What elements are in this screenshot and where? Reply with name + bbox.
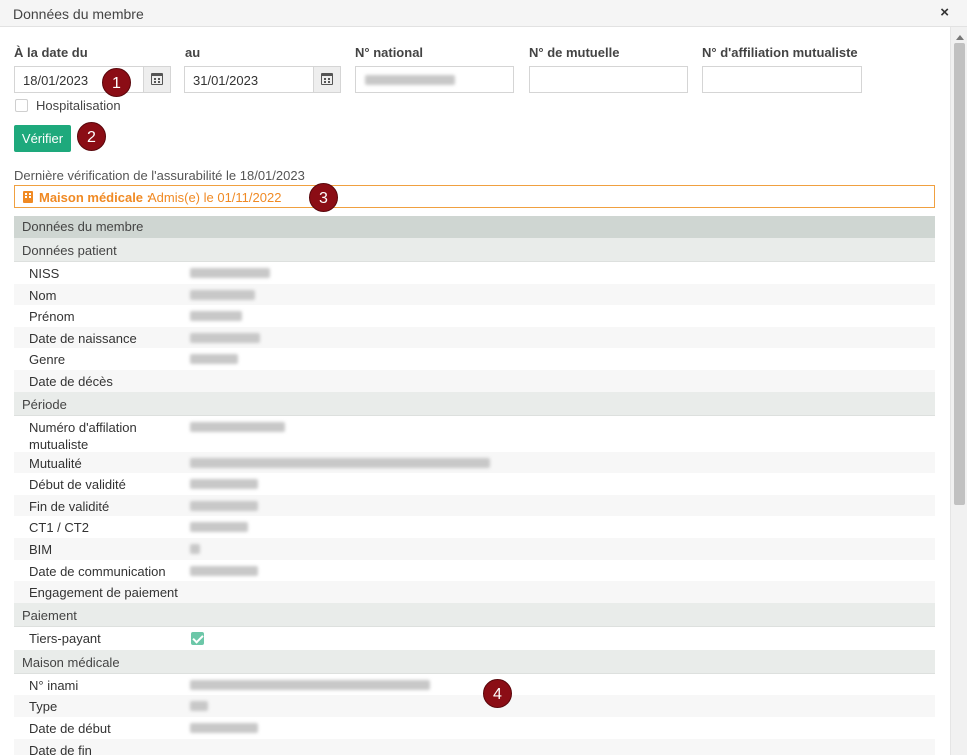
redacted-value [190, 565, 258, 576]
section-period: Période [14, 391, 935, 416]
alert-value: Admis(e) le 01/11/2022 [148, 190, 282, 205]
last-check-note: Dernière vérification de l'assurabilité … [14, 168, 305, 183]
table-row: NISS [14, 262, 935, 284]
row-label: CT1 / CT2 [29, 520, 89, 536]
redacted-value [190, 479, 258, 490]
row-label: Genre [29, 352, 66, 368]
from-date-calendar-button[interactable] [143, 67, 170, 92]
redacted-value [190, 722, 258, 733]
table-row: Mutualité [14, 451, 935, 474]
table-header: Données du membre [14, 216, 935, 238]
verify-button[interactable]: Vérifier [14, 125, 71, 152]
scrollbar-thumb[interactable] [954, 43, 965, 505]
to-date-value: 31/01/2023 [193, 73, 259, 88]
close-icon[interactable]: × [940, 4, 949, 21]
building-icon [23, 191, 33, 203]
row-label: Date de naissance [29, 330, 137, 346]
redacted-value [365, 75, 455, 85]
row-label: BIM [29, 541, 53, 557]
redacted-value [190, 311, 242, 322]
row-label: Date de communication [29, 563, 166, 579]
row-label: Fin de validité [29, 498, 110, 514]
row-label: Date de fin [29, 742, 92, 755]
redacted-value [190, 289, 255, 300]
table-row: Date de début [14, 717, 935, 739]
from-date-field[interactable]: 18/01/2023 [14, 66, 171, 93]
member-data-table: Données du membre Données patient NISS N… [14, 216, 935, 755]
table-row: Type [14, 695, 935, 717]
annotation-marker-3: 3 [309, 183, 338, 212]
redacted-value [190, 522, 248, 533]
redacted-value [190, 354, 238, 365]
table-row: Date de naissance [14, 326, 935, 349]
to-date-label: au [185, 45, 201, 60]
annotation-marker-2: 2 [77, 122, 106, 151]
section-payment: Paiement [14, 602, 935, 627]
redacted-value [190, 500, 258, 511]
national-number-field[interactable] [355, 66, 514, 93]
annotation-marker-1: 1 [102, 68, 131, 97]
vertical-scrollbar[interactable] [950, 27, 967, 755]
table-row: Date de fin [14, 738, 935, 755]
redacted-value [190, 332, 260, 343]
table-row: BIM [14, 537, 935, 560]
row-label: N° inami [29, 677, 79, 693]
annotation-marker-4: 4 [483, 679, 512, 708]
mutual-number-label: N° de mutuelle [529, 45, 620, 60]
from-date-label: À la date du [14, 45, 88, 60]
to-date-calendar-button[interactable] [313, 67, 340, 92]
table-row: Genre [14, 348, 935, 370]
scroll-up-arrow-icon[interactable] [956, 35, 964, 40]
national-number-label: N° national [355, 45, 424, 60]
redacted-value [190, 268, 270, 278]
row-label: NISS [29, 266, 60, 281]
row-label: Date de décès [29, 373, 113, 389]
mutual-number-field[interactable] [529, 66, 688, 93]
row-label: Numéro d'affilation mutualiste [29, 419, 137, 452]
dialog-title: Données du membre [13, 6, 144, 22]
medical-house-alert: Maison médicale : Admis(e) le 01/11/2022 [14, 185, 935, 208]
affiliation-number-label: N° d'affiliation mutualiste [702, 45, 858, 60]
to-date-field[interactable]: 31/01/2023 [184, 66, 341, 93]
table-row: CT1 / CT2 [14, 516, 935, 538]
table-row: Engagement de paiement [14, 581, 935, 603]
table-row: Début de validité [14, 473, 935, 495]
row-label: Tiers-payant [29, 630, 101, 646]
calendar-icon [321, 73, 333, 85]
tiers-payant-checkbox[interactable] [191, 631, 204, 645]
row-label: Nom [29, 287, 57, 303]
calendar-icon [151, 73, 163, 85]
table-row: Fin de validité [14, 494, 935, 517]
section-patient: Données patient [14, 238, 935, 262]
table-row: N° inami [14, 674, 935, 696]
redacted-value [190, 679, 430, 690]
table-row: Nom [14, 283, 935, 306]
affiliation-number-field[interactable] [702, 66, 862, 93]
table-row: Numéro d'affilation mutualiste [14, 416, 935, 452]
redacted-value [190, 701, 208, 712]
table-row: Date de décès [14, 369, 935, 392]
from-date-value: 18/01/2023 [23, 73, 89, 88]
redacted-value [190, 457, 490, 468]
hospitalisation-label: Hospitalisation [36, 98, 121, 113]
alert-key: Maison médicale : [39, 190, 151, 205]
table-row: Prénom [14, 305, 935, 327]
table-row: Date de communication [14, 560, 935, 582]
row-label: Engagement de paiement [29, 585, 178, 601]
row-label: Début de validité [29, 477, 126, 493]
redacted-value [190, 421, 285, 432]
redacted-value [190, 543, 200, 554]
dialog-titlebar: Données du membre × [0, 0, 967, 27]
row-label: Type [29, 699, 58, 715]
section-medical-house: Maison médicale [14, 649, 935, 674]
row-label: Date de début [29, 720, 111, 736]
row-label: Prénom [29, 309, 75, 325]
hospitalisation-checkbox[interactable] [15, 99, 28, 112]
table-row: Tiers-payant [14, 627, 935, 650]
row-label: Mutualité [29, 455, 82, 471]
